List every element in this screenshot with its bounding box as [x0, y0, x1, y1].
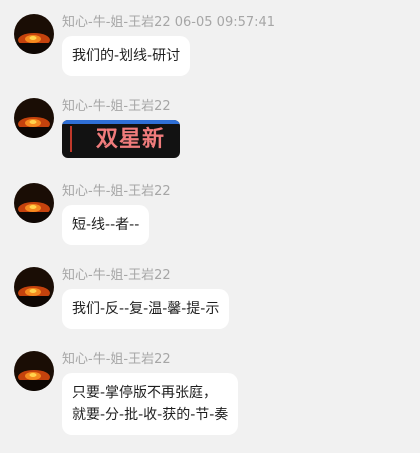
message-bubble[interactable]: 我们-反--复-温-馨-提-示	[62, 289, 230, 329]
sunset-avatar-image	[14, 183, 54, 223]
sender-name: 知心-牛-姐-王岩22	[62, 268, 171, 283]
avatar[interactable]	[14, 183, 54, 223]
message-text-line: 就要-分-批-收-获的-节-奏	[72, 407, 229, 423]
message-meta: 知心-牛-姐-王岩22	[62, 183, 171, 201]
message-bubble[interactable]: 我们的-划线-研讨	[62, 36, 191, 76]
avatar[interactable]	[14, 267, 54, 307]
message-text-line: 只要-掌停版不再张庭，	[72, 385, 218, 401]
message-text: 我们-反--复-温-馨-提-示	[72, 301, 220, 317]
message-meta: 知心-牛-姐-王岩22	[62, 267, 171, 285]
message-text: 短-线--者--	[72, 217, 140, 233]
image-message[interactable]: 双星新	[62, 120, 180, 158]
avatar[interactable]	[14, 98, 54, 138]
sender-name: 知心-牛-姐-王岩22	[62, 15, 171, 30]
sender-name: 知心-牛-姐-王岩22	[62, 99, 171, 114]
sunset-avatar-image	[14, 267, 54, 307]
message-bubble[interactable]: 短-线--者--	[62, 205, 150, 245]
sunset-avatar-image	[14, 14, 54, 54]
message-timestamp: 06-05 09:57:41	[174, 15, 276, 30]
message-meta: 知心-牛-姐-王岩22	[62, 98, 171, 116]
message-meta: 知心-牛-姐-王岩22 06-05 09:57:41	[62, 14, 275, 32]
message-bubble[interactable]: 只要-掌停版不再张庭， 就要-分-批-收-获的-节-奏	[62, 373, 239, 435]
image-caption-text: 双星新	[96, 127, 166, 152]
image-top-bar	[62, 120, 180, 124]
image-red-marker	[70, 126, 72, 152]
avatar[interactable]	[14, 14, 54, 54]
avatar[interactable]	[14, 351, 54, 391]
sender-name: 知心-牛-姐-王岩22	[62, 352, 171, 367]
sunset-avatar-image	[14, 98, 54, 138]
message-meta: 知心-牛-姐-王岩22	[62, 351, 171, 369]
chat-message-list: 知心-牛-姐-王岩22 06-05 09:57:41 我们的-划线-研讨 知心-…	[0, 0, 420, 453]
sender-name: 知心-牛-姐-王岩22	[62, 184, 171, 199]
sunset-avatar-image	[14, 351, 54, 391]
message-text: 我们的-划线-研讨	[72, 48, 181, 64]
